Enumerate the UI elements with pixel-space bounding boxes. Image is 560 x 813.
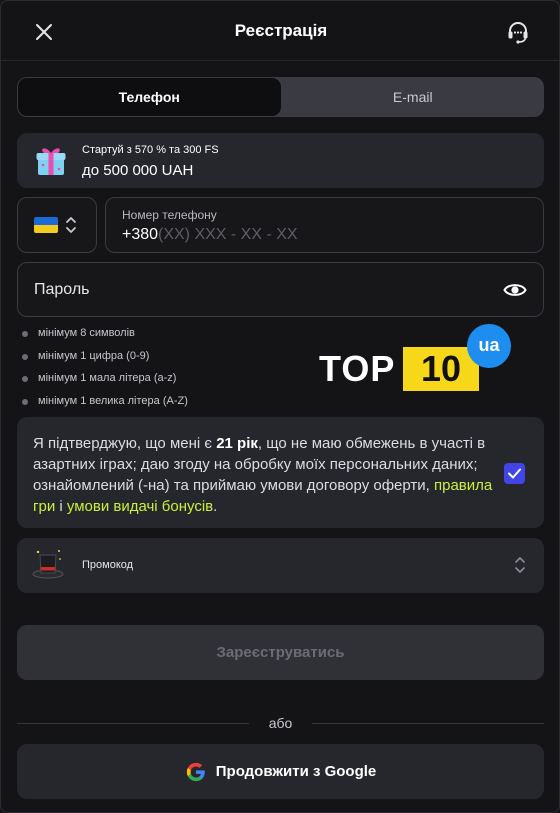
bonus-terms-link[interactable]: умови видачі бонусів bbox=[67, 498, 213, 515]
bonus-subtitle: Стартуй з 570 % та 300 FS bbox=[82, 144, 219, 156]
consent-checkbox[interactable] bbox=[504, 463, 525, 484]
page-title: Реєстрація bbox=[234, 21, 328, 40]
google-signin-button[interactable]: Продовжити з Google bbox=[17, 744, 544, 799]
chevron-updown-icon bbox=[66, 217, 76, 233]
welcome-bonus-banner: Стартуй з 570 % та 300 FS до 500 000 UAH bbox=[17, 133, 544, 188]
registration-modal: Реєстрація Телефон E-mail Стартуй з 570 … bbox=[0, 0, 560, 813]
watermark-top-text: TOP bbox=[319, 348, 396, 389]
eye-icon[interactable] bbox=[503, 279, 527, 301]
password-placeholder: Пароль bbox=[34, 281, 90, 298]
password-rules-list: мінімум 8 символів мінімум 1 цифра (0-9)… bbox=[17, 323, 317, 413]
registration-method-tabs: Телефон E-mail bbox=[17, 77, 544, 117]
tab-phone[interactable]: Телефон bbox=[18, 78, 281, 116]
phone-prefix: +380 bbox=[122, 226, 159, 243]
google-icon bbox=[186, 762, 205, 781]
password-rule: мінімум 1 мала літера (a-z) bbox=[17, 368, 317, 391]
password-rule: мінімум 8 символів bbox=[17, 323, 317, 346]
consent-block: Я підтверджую, що мені є 21 рік, що не м… bbox=[17, 417, 544, 528]
phone-input[interactable]: Номер телефону +380 (XX) XXX - XX - XX bbox=[105, 197, 544, 253]
or-divider: або bbox=[17, 713, 544, 733]
magic-hat-icon bbox=[32, 550, 64, 579]
divider-line bbox=[312, 723, 544, 724]
chevron-updown-icon bbox=[515, 557, 525, 573]
password-rule: мінімум 1 велика літера (A-Z) bbox=[17, 391, 317, 414]
register-button[interactable]: Зареєструватись bbox=[17, 625, 544, 680]
promo-code-label: Промокод bbox=[82, 559, 134, 571]
password-rule: мінімум 1 цифра (0-9) bbox=[17, 346, 317, 369]
headset-icon bbox=[508, 22, 528, 44]
support-button[interactable] bbox=[504, 18, 532, 46]
password-input[interactable]: Пароль bbox=[17, 262, 544, 317]
top10-watermark-logo: TOP 10 ua bbox=[319, 324, 513, 392]
gift-icon bbox=[36, 148, 66, 175]
google-button-label: Продовжити з Google bbox=[215, 763, 377, 780]
ukraine-flag-icon bbox=[34, 217, 58, 233]
promo-code-toggle[interactable]: Промокод bbox=[17, 538, 544, 593]
modal-header: Реєстрація bbox=[1, 1, 559, 61]
phone-placeholder: (XX) XXX - XX - XX bbox=[158, 226, 298, 243]
watermark-ua-badge: ua bbox=[467, 324, 511, 368]
bonus-amount: до 500 000 UAH bbox=[82, 162, 194, 179]
age-requirement: 21 рік bbox=[216, 435, 258, 452]
consent-text: Я підтверджую, що мені є 21 рік, що не м… bbox=[33, 435, 493, 515]
checkmark-icon bbox=[508, 468, 521, 479]
country-code-select[interactable] bbox=[17, 197, 97, 253]
tab-email[interactable]: E-mail bbox=[282, 77, 545, 117]
phone-label: Номер телефону bbox=[122, 208, 217, 222]
